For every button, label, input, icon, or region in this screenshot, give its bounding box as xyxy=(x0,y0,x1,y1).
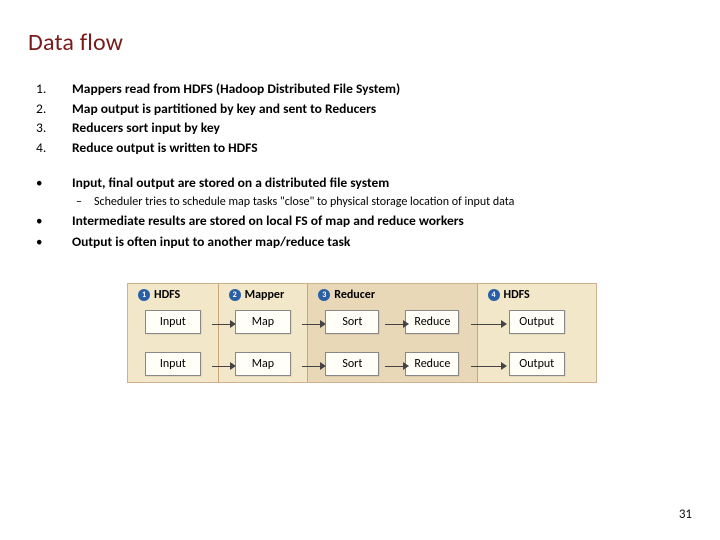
badge-3: 3 xyxy=(318,289,330,301)
column-header: 4 HDFS xyxy=(482,288,530,302)
list-text: Mappers read from HDFS (Hadoop Distribut… xyxy=(72,79,696,99)
box-reduce: Reduce xyxy=(405,310,459,334)
list-text: Reduce output is written to HDFS xyxy=(72,138,696,158)
dash-mark: – xyxy=(28,194,94,211)
list-text: Input, final output are stored on a dist… xyxy=(72,173,696,193)
box-output: Output xyxy=(509,310,565,334)
list-item: 2. Map output is partitioned by key and … xyxy=(28,99,696,119)
list-item: 3. Reducers sort input by key xyxy=(28,118,696,138)
list-item: • Intermediate results are stored on loc… xyxy=(28,211,696,232)
list-item: • Input, final output are stored on a di… xyxy=(28,173,696,194)
bullet-list: • Input, final output are stored on a di… xyxy=(28,173,696,253)
box-input: Input xyxy=(145,352,201,376)
arrow-icon xyxy=(302,362,326,370)
page-number: 31 xyxy=(679,507,692,522)
box-sort: Sort xyxy=(325,352,379,376)
list-text: Scheduler tries to schedule map tasks "c… xyxy=(94,194,696,211)
bullet-mark: • xyxy=(28,175,72,194)
column-label: Mapper xyxy=(245,288,285,302)
box-sort: Sort xyxy=(325,310,379,334)
column-label: Reducer xyxy=(334,288,375,302)
box-output: Output xyxy=(509,352,565,376)
bullet-mark: • xyxy=(28,234,72,253)
slide-title: Data flow xyxy=(28,28,696,57)
list-item: 1. Mappers read from HDFS (Hadoop Distri… xyxy=(28,79,696,99)
arrow-icon xyxy=(471,320,507,328)
column-label: HDFS xyxy=(154,288,180,302)
arrow-icon xyxy=(212,320,236,328)
column-header: 1 HDFS xyxy=(132,288,180,302)
list-text: Reducers sort input by key xyxy=(72,118,696,138)
bullet-mark: • xyxy=(28,213,72,232)
arrow-icon xyxy=(212,362,236,370)
list-number: 3. xyxy=(28,118,72,138)
box-map: Map xyxy=(235,352,291,376)
arrow-icon xyxy=(385,320,409,328)
dataflow-diagram: 1 HDFS Input Input 2 Mapper Map Map 3 Re… xyxy=(127,283,597,383)
list-sub-item: – Scheduler tries to schedule map tasks … xyxy=(28,194,696,211)
column-header: 3 Reducer xyxy=(312,288,375,302)
list-number: 2. xyxy=(28,99,72,119)
arrow-icon xyxy=(385,362,409,370)
column-hdfs-input: 1 HDFS Input Input xyxy=(128,284,218,382)
list-text: Intermediate results are stored on local… xyxy=(72,211,696,231)
list-number: 4. xyxy=(28,138,72,158)
badge-2: 2 xyxy=(229,289,241,301)
box-map: Map xyxy=(235,310,291,334)
list-number: 1. xyxy=(28,79,72,99)
numbered-list: 1. Mappers read from HDFS (Hadoop Distri… xyxy=(28,79,696,157)
badge-4: 4 xyxy=(488,289,500,301)
column-label: HDFS xyxy=(504,288,530,302)
arrow-icon xyxy=(302,320,326,328)
arrow-icon xyxy=(471,362,507,370)
box-reduce: Reduce xyxy=(405,352,459,376)
list-item: 4. Reduce output is written to HDFS xyxy=(28,138,696,158)
badge-1: 1 xyxy=(138,289,150,301)
box-input: Input xyxy=(145,310,201,334)
list-item: • Output is often input to another map/r… xyxy=(28,232,696,253)
list-text: Map output is partitioned by key and sen… xyxy=(72,99,696,119)
list-text: Output is often input to another map/red… xyxy=(72,232,696,252)
column-header: 2 Mapper xyxy=(223,288,285,302)
